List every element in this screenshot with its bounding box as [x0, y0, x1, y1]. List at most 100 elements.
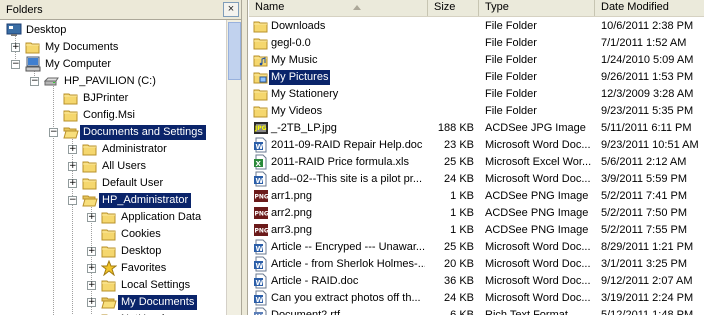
folder-tree-scrollbar[interactable]: [226, 20, 241, 315]
svg-text:W: W: [256, 279, 264, 287]
tree-node[interactable]: − HP_PAVILION (C:): [0, 73, 226, 90]
tree-node[interactable]: + Favorites: [0, 259, 226, 277]
tree-node-label: BJPrinter: [83, 92, 129, 104]
tree-node-label: HP_Administrator: [99, 193, 192, 208]
folder-icon: [101, 243, 117, 259]
expand-icon[interactable]: +: [68, 162, 77, 171]
file-type: Microsoft Word Doc...: [485, 173, 591, 185]
expand-icon[interactable]: +: [87, 281, 96, 290]
collapse-icon[interactable]: −: [30, 77, 39, 86]
file-row[interactable]: Wadd--02--This site is a pilot pr... 24 K…: [249, 171, 704, 188]
file-type: ACDSee JPG Image: [485, 122, 586, 134]
tree-node-label: Desktop: [26, 24, 67, 36]
file-name: My Music: [271, 54, 318, 66]
folder-open-icon: [82, 192, 98, 208]
column-header-size[interactable]: Size: [428, 0, 479, 16]
file-row[interactable]: X 2011-RAID Price formula.xls 25 KB Microso…: [249, 154, 704, 171]
jpg-icon: JPG: [253, 120, 269, 136]
expand-icon[interactable]: +: [87, 298, 96, 307]
tree-node[interactable]: + Application Data: [0, 209, 226, 226]
expand-icon[interactable]: +: [11, 43, 20, 52]
file-row[interactable]: My Pictures File Folder 9/26/2011 1:53 PM: [249, 69, 704, 86]
file-row[interactable]: My Videos File Folder 9/23/2011 5:35 PM: [249, 103, 704, 120]
file-list-pane: Name Size Type Date Modified Downloads Fi…: [249, 0, 704, 315]
computer-icon: [25, 56, 41, 72]
word-doc-icon: W: [253, 137, 269, 153]
favorites-icon: [100, 259, 118, 277]
tree-node[interactable]: + My Documents: [0, 294, 226, 311]
file-date-modified: 3/1/2011 3:25 PM: [601, 258, 688, 270]
svg-text:PNG: PNG: [255, 228, 269, 235]
column-header-type[interactable]: Type: [479, 0, 595, 16]
folders-pane-title: Folders: [6, 4, 43, 16]
expand-icon[interactable]: +: [68, 179, 77, 188]
file-row[interactable]: gegl-0.0 File Folder 7/1/2011 1:52 AM: [249, 35, 704, 52]
tree-node[interactable]: − HP_Administrator: [0, 192, 226, 209]
column-header-type-label: Type: [485, 1, 509, 13]
file-type: File Folder: [485, 20, 537, 32]
tree-node[interactable]: + My Documents: [0, 39, 226, 56]
pane-splitter[interactable]: [242, 0, 248, 315]
tree-node[interactable]: Desktop: [0, 22, 226, 39]
tree-node-label: Config.Msi: [83, 109, 135, 121]
file-name: My Pictures: [269, 70, 331, 85]
expand-icon[interactable]: +: [68, 145, 77, 154]
file-row[interactable]: W Article -- Encryped --- Unawar... 25 KB M…: [249, 239, 704, 256]
file-row[interactable]: JPG _-2TB_LP.jpg 188 KB ACDSee JPG Image 5/1…: [249, 120, 704, 137]
folder-icon: [101, 277, 117, 293]
file-row[interactable]: My Stationery File Folder 12/3/2009 3:28 A…: [249, 86, 704, 103]
file-size: 1 KB: [450, 224, 474, 236]
expand-icon[interactable]: +: [87, 264, 96, 273]
column-header-name[interactable]: Name: [249, 0, 428, 16]
svg-text:W: W: [256, 296, 264, 304]
column-header-date[interactable]: Date Modified: [595, 0, 704, 16]
tree-node[interactable]: + Desktop: [0, 243, 226, 260]
tree-node[interactable]: + Local Settings: [0, 277, 226, 294]
file-row[interactable]: W Article - from Sherlok Holmes-... 20 KB M…: [249, 256, 704, 273]
file-row[interactable]: PNG arr3.png 1 KB ACDSee PNG Image 5/2/2011 …: [249, 222, 704, 239]
tree-node[interactable]: Cookies: [0, 226, 226, 243]
collapse-icon[interactable]: −: [49, 128, 58, 137]
tree-node-label: Documents and Settings: [80, 125, 206, 140]
folder-icon: [253, 86, 269, 102]
file-type: Microsoft Word Doc...: [485, 258, 591, 270]
file-row[interactable]: W 2011-09-RAID Repair Help.doc 23 KB Micros…: [249, 137, 704, 154]
file-date-modified: 5/2/2011 7:41 PM: [601, 190, 688, 202]
tree-node[interactable]: − Documents and Settings: [0, 124, 226, 141]
close-pane-button[interactable]: ×: [223, 2, 239, 17]
folder-icon: [101, 209, 117, 225]
expand-icon[interactable]: +: [87, 213, 96, 222]
svg-text:JPG: JPG: [254, 125, 267, 132]
file-row[interactable]: Downloads File Folder 10/6/2011 2:38 PM: [249, 18, 704, 35]
file-row[interactable]: PNG arr1.png 1 KB ACDSee PNG Image 5/2/2011 …: [249, 188, 704, 205]
file-size: 24 KB: [444, 292, 474, 304]
file-date-modified: 8/29/2011 1:21 PM: [601, 241, 694, 253]
file-row[interactable]: PNG arr2.png 1 KB ACDSee PNG Image 5/2/2011 …: [249, 205, 704, 222]
tree-node[interactable]: − My Computer: [0, 56, 226, 73]
file-name: arr1.png: [271, 190, 312, 202]
file-row[interactable]: W Can you extract photos off th... 24 KB Mi…: [249, 290, 704, 307]
file-date-modified: 5/12/2011 1:48 PM: [601, 309, 694, 315]
tree-node-label: Desktop: [121, 245, 162, 257]
folder-icon: [253, 35, 269, 51]
file-row[interactable]: My Music File Folder 1/24/2010 5:09 AM: [249, 52, 704, 69]
tree-node[interactable]: + All Users: [0, 158, 226, 175]
tree-node[interactable]: + Administrator: [0, 141, 226, 158]
file-type: File Folder: [485, 37, 537, 49]
file-name: 2011-09-RAID Repair Help.doc: [271, 139, 423, 151]
file-row[interactable]: WDocument2.rtf 6 KB Rich Text Format 5/12/2…: [249, 307, 704, 315]
tree-node[interactable]: +NetHood: [0, 311, 226, 315]
expand-icon[interactable]: +: [87, 247, 96, 256]
file-row[interactable]: W Article - RAID.doc 36 KB Microsoft Word D…: [249, 273, 704, 290]
svg-text:PNG: PNG: [255, 211, 269, 218]
file-date-modified: 1/24/2010 5:09 AM: [601, 54, 694, 66]
file-name: Article -- Encryped --- Unawar...: [271, 241, 425, 253]
tree-node[interactable]: + Default User: [0, 175, 226, 192]
file-name: Downloads: [271, 20, 326, 32]
file-name: My Videos: [271, 105, 323, 117]
collapse-icon[interactable]: −: [11, 60, 20, 69]
scrollbar-thumb[interactable]: [228, 22, 241, 80]
tree-node[interactable]: BJPrinter: [0, 90, 226, 107]
tree-node[interactable]: Config.Msi: [0, 107, 226, 124]
collapse-icon[interactable]: −: [68, 196, 77, 205]
